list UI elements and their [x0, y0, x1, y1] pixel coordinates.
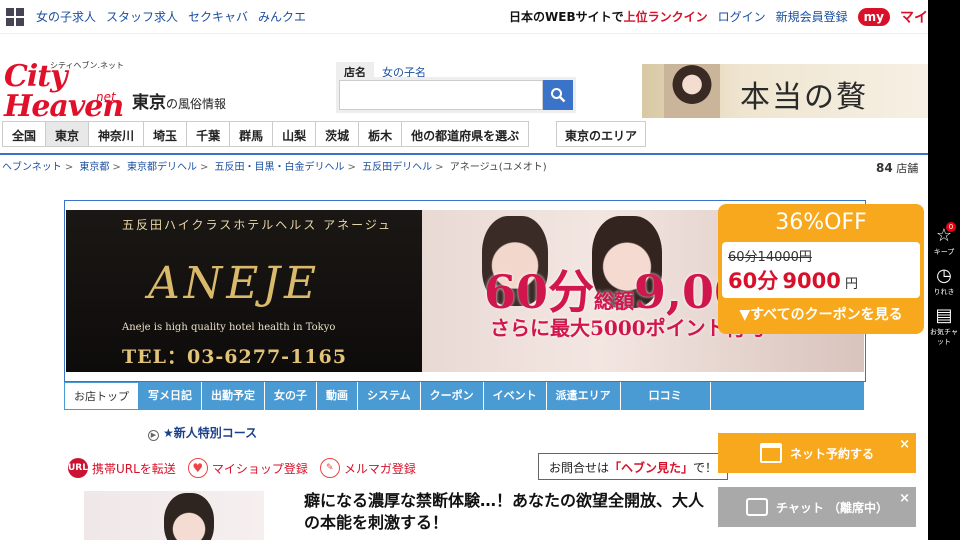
search-icon [551, 88, 566, 103]
menu-event[interactable]: イベント [484, 382, 547, 410]
link-sekucaba[interactable]: セクキャバ [188, 8, 248, 25]
search-button[interactable] [543, 80, 573, 110]
close-icon[interactable]: × [899, 491, 910, 506]
search-input[interactable] [339, 80, 543, 110]
history-icon: ◷ [936, 265, 952, 286]
prefecture-nav: 全国 東京 神奈川 埼玉 千葉 群馬 山梨 茨城 栃木 他の都道府県を選ぶ [2, 121, 530, 147]
chat-button[interactable]: チャット （離席中） × [718, 487, 916, 527]
page: 女の子求人 スタッフ求人 セクキャバ みんクエ 日本のWEBサイトで上位ランクイ… [0, 0, 960, 540]
search-box [336, 77, 576, 113]
my-badge[interactable]: my [857, 7, 890, 26]
right-sidebar: ☆ 0 キープ ◷ りれき ▤ お気チャット [928, 0, 960, 540]
link-minque[interactable]: みんクエ [258, 8, 306, 25]
pref-all[interactable]: 全国 [2, 121, 46, 147]
menu-video[interactable]: 動画 [317, 382, 358, 410]
rank-text: 日本のWEBサイトで上位ランクイン [509, 10, 708, 24]
pref-tokyo[interactable]: 東京 [45, 121, 89, 147]
calendar-icon [759, 443, 782, 463]
area-title: 東京の風俗情報 [132, 93, 227, 113]
shop-actions: URL 携帯URLを転送 ♥ マイショップ登録 ✎ メルマガ登録 [68, 458, 416, 478]
close-icon[interactable]: × [899, 437, 910, 452]
menu-dispatch-area[interactable]: 派遣エリア [547, 382, 621, 410]
menu-reviews[interactable]: 口コミ [621, 382, 711, 410]
banner-text: 本当の贅 [740, 80, 868, 115]
crumb-tokyo-deli[interactable]: 東京都デリヘル [127, 162, 197, 173]
pref-chiba[interactable]: 千葉 [186, 121, 230, 147]
top-ad-banner[interactable]: 本当の贅 [642, 64, 928, 118]
banner-left: 五反田ハイクラスホテルヘルス アネージュ ANEJE Aneje is high… [66, 210, 422, 372]
history-button[interactable]: ◷ りれき [928, 266, 960, 297]
keep-badge: 0 [946, 222, 956, 232]
side-chat-button[interactable]: ▤ お気チャット [928, 306, 960, 347]
crumb-gotanda-deli[interactable]: 五反田デリヘル [362, 162, 432, 173]
divider [0, 153, 928, 155]
tokyo-area-button[interactable]: 東京のエリア [556, 121, 647, 147]
coupon-title: 36%OFF [775, 210, 867, 235]
coupon-box[interactable]: 36%OFF 60分14000円 60分 9000 円 ▼すべてのクーポンを見る [718, 204, 924, 334]
shop-thumbnail[interactable] [84, 491, 264, 540]
crumb-gotanda-area[interactable]: 五反田・目黒・白金デリヘル [215, 162, 345, 173]
top-links: 女の子求人 スタッフ求人 セクキャバ みんクエ [36, 8, 306, 25]
menu-photo-diary[interactable]: 写メ日記 [139, 382, 202, 410]
keep-button[interactable]: ☆ 0 キープ [928, 222, 960, 257]
banner-tel: TEL：03-6277-1165 [122, 346, 347, 368]
shop-menu: お店トップ 写メ日記 出勤予定 女の子 動画 システム クーポン イベント 派遣… [64, 382, 864, 410]
banner-photo [664, 64, 720, 118]
new-course-link[interactable]: ▶ ★新人特別コース [148, 424, 257, 441]
menu-shop-top[interactable]: お店トップ [64, 382, 139, 410]
pref-other[interactable]: 他の都道府県を選ぶ [401, 121, 530, 147]
coupon-old-price: 60分14000円 [728, 250, 812, 265]
coupon-new-price: 60分 9000 円 [728, 269, 858, 293]
coupon-body: 60分14000円 60分 9000 円 [722, 242, 920, 298]
crumb-heavennet[interactable]: ヘブンネット [2, 162, 62, 173]
menu-schedule[interactable]: 出勤予定 [202, 382, 265, 410]
register-link[interactable]: 新規会員登録 [776, 8, 848, 25]
crumb-current: アネージュ(ユメオト) [449, 162, 547, 173]
grid-menu-icon[interactable] [6, 7, 24, 26]
login-link[interactable]: ログイン [718, 8, 766, 25]
pref-kanagawa[interactable]: 神奈川 [88, 121, 144, 147]
my-text[interactable]: マイ [900, 7, 928, 27]
menu-coupon[interactable]: クーポン [421, 382, 484, 410]
crumb-tokyo[interactable]: 東京都 [79, 162, 109, 173]
pref-ibaraki[interactable]: 茨城 [315, 121, 359, 147]
top-bar: 女の子求人 スタッフ求人 セクキャバ みんクエ 日本のWEBサイトで上位ランクイ… [0, 0, 928, 34]
myshop-button[interactable]: ♥ マイショップ登録 [187, 458, 308, 478]
pref-saitama[interactable]: 埼玉 [143, 121, 187, 147]
contact-box: お問合せは「ヘブン見た」で！ [538, 453, 728, 480]
mail-icon: ✎ [319, 458, 340, 478]
shop-headline: 癖になる濃厚な禁断体験…！あなたの欲望全開放、大人の本能を刺激する！ [304, 491, 705, 532]
send-url-button[interactable]: URL 携帯URLを転送 [68, 458, 176, 478]
pref-gunma[interactable]: 群馬 [229, 121, 273, 147]
heart-icon: ♥ [187, 458, 208, 478]
link-staff-jobs[interactable]: スタッフ求人 [106, 8, 178, 25]
top-right: 日本のWEBサイトで上位ランクイン ログイン 新規会員登録 my マイ [509, 7, 928, 27]
pref-yamanashi[interactable]: 山梨 [272, 121, 316, 147]
banner-subtitle: 五反田ハイクラスホテルヘルス アネージュ [122, 218, 393, 232]
arrow-circle-icon: ▶ [148, 430, 159, 441]
chat-bubble-icon: ▤ [935, 305, 953, 326]
menu-system[interactable]: システム [358, 382, 421, 410]
url-icon: URL [68, 458, 88, 478]
link-girl-jobs[interactable]: 女の子求人 [36, 8, 96, 25]
breadcrumb: ヘブンネット > 東京都 > 東京都デリヘル > 五反田・目黒・白金デリヘル > 五反田… [2, 162, 547, 173]
chat-icon [745, 498, 768, 516]
mailmag-button[interactable]: ✎ メルマガ登録 [319, 458, 416, 478]
all-coupons-link[interactable]: ▼すべてのクーポンを見る [718, 304, 924, 324]
site-logo[interactable]: シティヘブン.ネット City Heaven net [4, 61, 128, 122]
net-reserve-button[interactable]: ネット予約する × [718, 433, 916, 473]
shop-count: 84 店舗 [876, 161, 919, 175]
shop-logo: ANEJE [148, 258, 321, 309]
pref-tochigi[interactable]: 栃木 [358, 121, 402, 147]
menu-girls[interactable]: 女の子 [265, 382, 317, 410]
banner-tagline: Aneje is high quality hotel health in To… [122, 322, 336, 333]
